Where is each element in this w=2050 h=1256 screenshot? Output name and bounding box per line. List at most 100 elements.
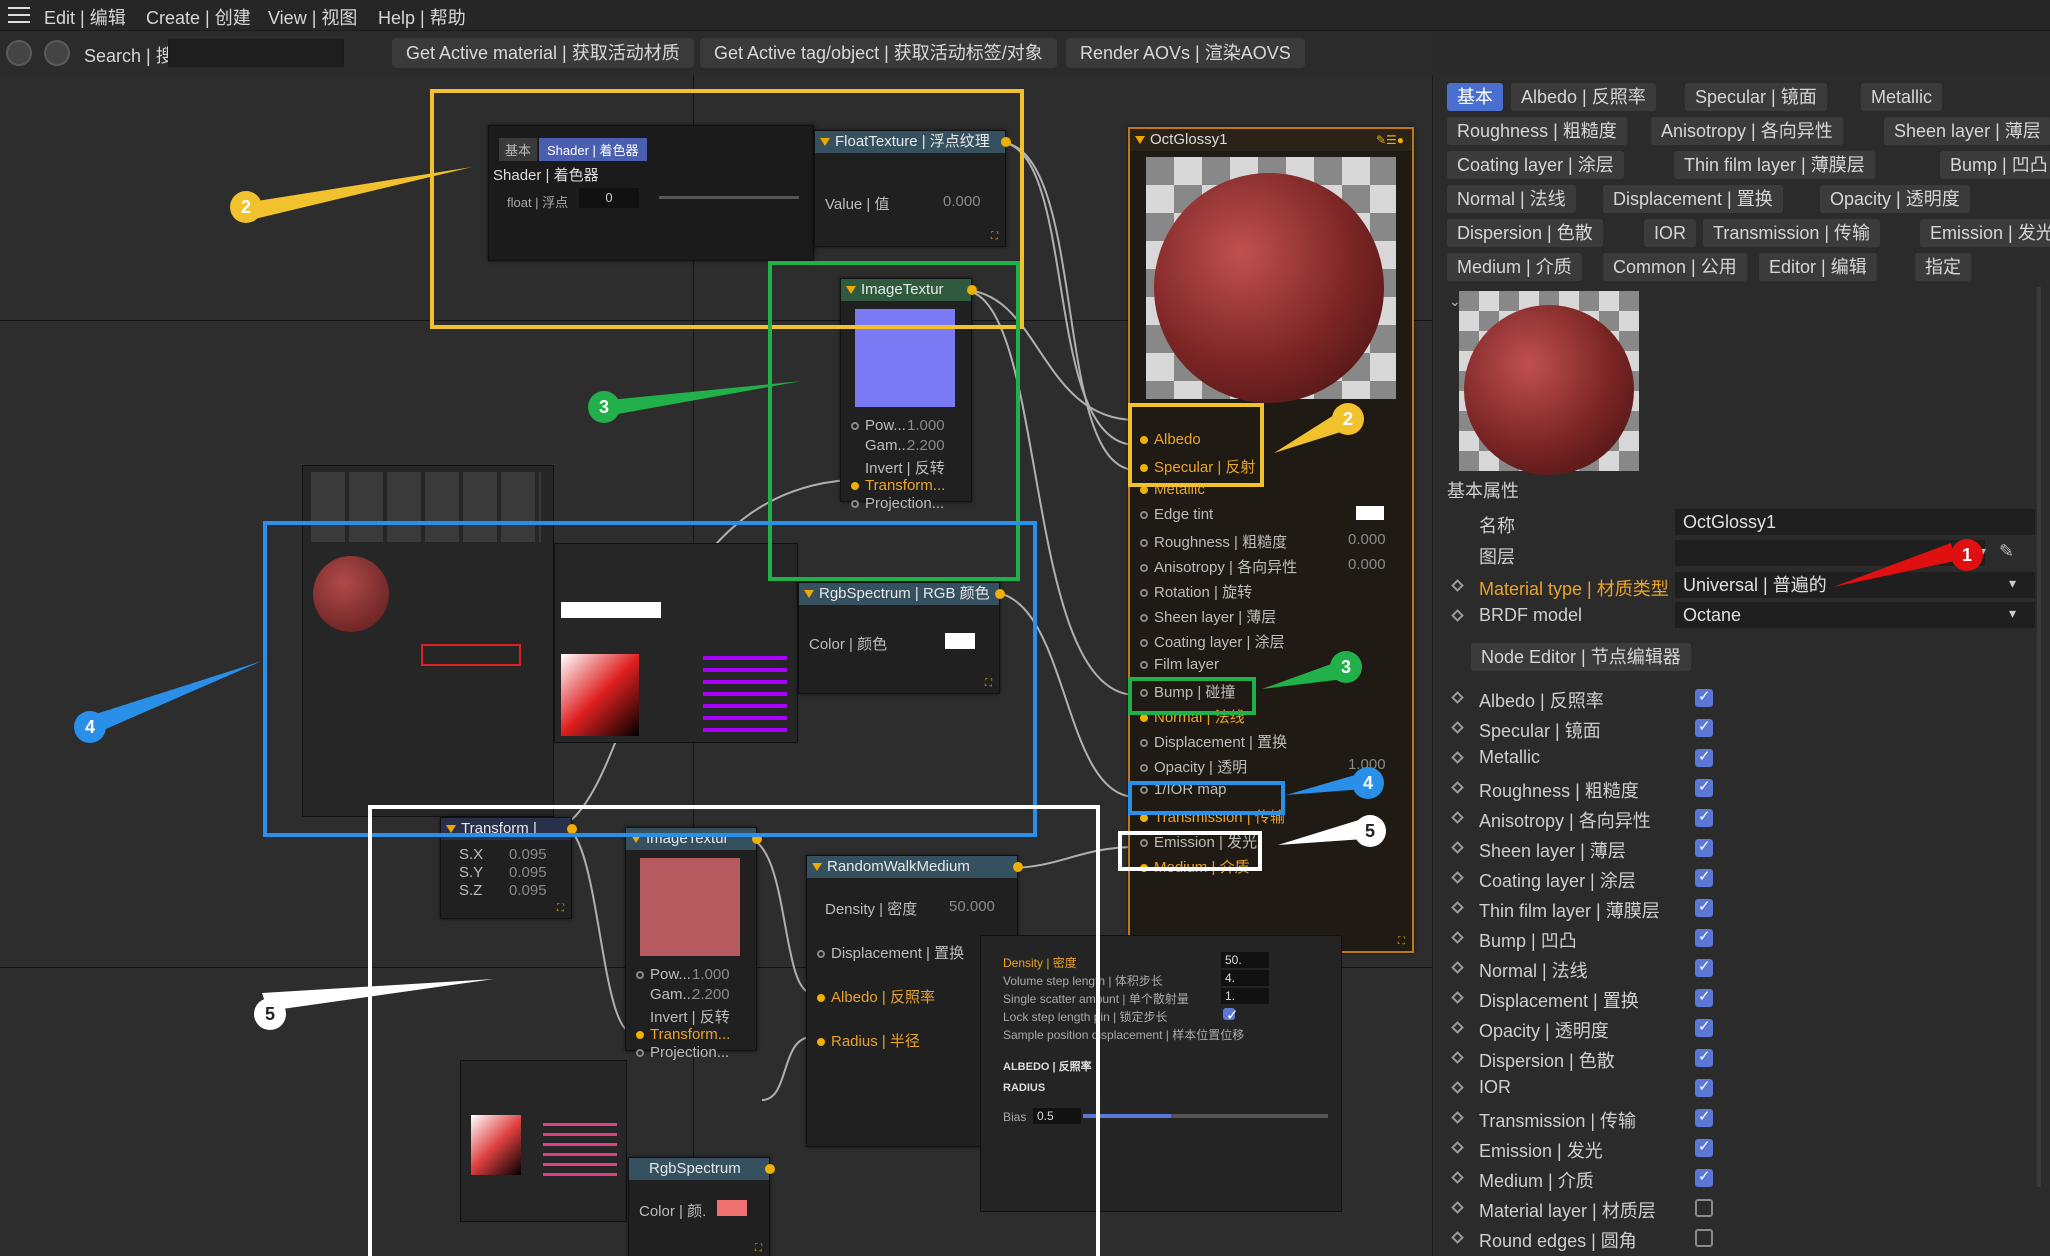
channel-checkbox[interactable] — [1695, 807, 1713, 827]
channel-checkbox[interactable] — [1695, 777, 1713, 797]
hamburger-menu-icon[interactable] — [8, 7, 30, 23]
callout-4: 4 — [1352, 767, 1384, 799]
get-active-tag-button[interactable]: Get Active tag/object | 获取活动标签/对象 — [700, 38, 1057, 68]
callout-1: 1 — [1951, 539, 1983, 571]
callout-5: 5 — [1354, 815, 1386, 847]
channel-checkbox[interactable] — [1695, 837, 1713, 857]
pointer-yellow-1 — [232, 167, 472, 221]
menu-view[interactable]: View | 视图 — [268, 4, 357, 30]
panel-tab[interactable]: Specular | 镜面 — [1685, 83, 1827, 111]
channel-label: Material layer | 材质层 — [1479, 1201, 1656, 1221]
panel-tab[interactable]: Opacity | 透明度 — [1820, 185, 1970, 213]
keyframe-diamond-icon[interactable] — [1451, 781, 1464, 794]
keyframe-diamond-icon[interactable] — [1451, 811, 1464, 824]
channel-label: Thin film layer | 薄膜层 — [1479, 901, 1660, 921]
chevron-down-icon[interactable]: ▾ — [2009, 575, 2016, 592]
panel-tab[interactable]: Sheen layer | 薄层 — [1884, 117, 2050, 145]
search-input[interactable] — [168, 39, 344, 67]
channel-label: Sheen layer | 薄层 — [1479, 841, 1626, 861]
panel-tab[interactable]: Displacement | 置换 — [1603, 185, 1783, 213]
menu-help[interactable]: Help | 帮助 — [378, 4, 466, 30]
channel-checkbox[interactable] — [1695, 957, 1713, 977]
channel-checkbox[interactable] — [1695, 987, 1713, 1007]
keyframe-diamond-icon[interactable] — [1451, 1201, 1464, 1214]
panel-tab[interactable]: IOR — [1644, 219, 1697, 247]
panel-tab[interactable]: Thin film layer | 薄膜层 — [1674, 151, 1875, 179]
channel-checkbox[interactable] — [1695, 1199, 1713, 1217]
brdf-dropdown[interactable]: Octane — [1675, 602, 2035, 628]
panel-tab[interactable]: Emission | 发光 — [1920, 219, 2050, 247]
keyframe-diamond-icon[interactable] — [1451, 691, 1464, 704]
preview-sphere — [1464, 305, 1634, 475]
keyframe-diamond-icon[interactable] — [1451, 871, 1464, 884]
keyframe-diamond-icon[interactable] — [1451, 1051, 1464, 1064]
channel-checkbox[interactable] — [1695, 1167, 1713, 1187]
panel-tab[interactable]: Coating layer | 涂层 — [1447, 151, 1624, 179]
panel-tab[interactable]: Editor | 编辑 — [1759, 253, 1877, 281]
menu-edit[interactable]: Edit | 编辑 — [44, 4, 126, 30]
menu-create[interactable]: Create | 创建 — [146, 4, 251, 30]
pointer-red — [1833, 543, 1955, 587]
panel-tab[interactable]: Metallic — [1861, 83, 1943, 111]
keyframe-diamond-icon[interactable] — [1451, 991, 1464, 1004]
channel-checkbox[interactable] — [1695, 897, 1713, 917]
channel-checkbox[interactable] — [1695, 1107, 1713, 1127]
channel-checkbox[interactable] — [1695, 1047, 1713, 1067]
channel-label: Transmission | 传输 — [1479, 1111, 1637, 1131]
keyframe-diamond-icon[interactable] — [1451, 1231, 1464, 1244]
channel-checkbox[interactable] — [1695, 867, 1713, 887]
keyframe-diamond-icon[interactable] — [1451, 1081, 1464, 1094]
channel-checkbox[interactable] — [1695, 687, 1713, 707]
channel-checkbox[interactable] — [1695, 1137, 1713, 1157]
channel-checkbox[interactable] — [1695, 927, 1713, 947]
panel-tab[interactable]: 指定 — [1915, 253, 1971, 281]
brdf-label: BRDF model — [1479, 605, 1583, 625]
channel-checkbox[interactable] — [1695, 1077, 1713, 1097]
panel-tab[interactable]: Common | 公用 — [1603, 253, 1747, 281]
keyframe-diamond-icon[interactable] — [1451, 1111, 1464, 1124]
keyframe-diamond-icon[interactable] — [1451, 1141, 1464, 1154]
keyframe-diamond-icon[interactable] — [1451, 609, 1464, 622]
panel-tab[interactable]: Anisotropy | 各向异性 — [1651, 117, 1843, 145]
eyedropper-icon[interactable]: ✎ — [1999, 541, 2014, 562]
material-type-label: Material type | 材质类型 — [1479, 579, 1669, 599]
panel-tab[interactable]: Albedo | 反照率 — [1511, 83, 1656, 111]
channel-label: Opacity | 透明度 — [1479, 1021, 1609, 1041]
name-field[interactable]: OctGlossy1 — [1675, 509, 2035, 535]
node-editor-canvas[interactable]: 基本 Shader | 着色器 Shader | 着色器 float | 浮点 … — [0, 75, 1432, 1256]
section-title: 基本属性 — [1447, 481, 1519, 501]
keyframe-diamond-icon[interactable] — [1451, 961, 1464, 974]
panel-tab[interactable]: Normal | 法线 — [1447, 185, 1576, 213]
callout-3: 3 — [1330, 651, 1362, 683]
keyframe-diamond-icon[interactable] — [1451, 579, 1464, 592]
keyframe-diamond-icon[interactable] — [1451, 931, 1464, 944]
channel-checkbox[interactable] — [1695, 747, 1713, 767]
panel-tab[interactable]: Medium | 介质 — [1447, 253, 1582, 281]
channel-label: Coating layer | 涂层 — [1479, 871, 1636, 891]
panel-tab[interactable]: Bump | 凹凸 — [1940, 151, 2050, 179]
keyframe-diamond-icon[interactable] — [1451, 751, 1464, 764]
render-aovs-button[interactable]: Render AOVs | 渲染AOVS — [1066, 38, 1305, 68]
panel-scrollbar[interactable] — [2037, 287, 2041, 1187]
menu-bar: Edit | 编辑 Create | 创建 View | 视图 Help | 帮… — [0, 0, 2050, 31]
panel-tab[interactable]: Dispersion | 色散 — [1447, 219, 1603, 247]
channel-label: Normal | 法线 — [1479, 961, 1588, 981]
keyframe-diamond-icon[interactable] — [1451, 841, 1464, 854]
keyframe-diamond-icon[interactable] — [1451, 901, 1464, 914]
channel-checkbox[interactable] — [1695, 1017, 1713, 1037]
panel-material-preview — [1459, 291, 1639, 475]
get-active-material-button[interactable]: Get Active material | 获取活动材质 — [392, 38, 694, 68]
keyframe-diamond-icon[interactable] — [1451, 1171, 1464, 1184]
node-editor-button[interactable]: Node Editor | 节点编辑器 — [1471, 643, 1691, 671]
heart-icon[interactable] — [44, 40, 70, 66]
panel-tab[interactable]: Roughness | 粗糙度 — [1447, 117, 1627, 145]
keyframe-diamond-icon[interactable] — [1451, 721, 1464, 734]
panel-tab[interactable]: 基本 — [1447, 83, 1503, 111]
chevron-down-icon[interactable]: ▾ — [2009, 605, 2016, 622]
panel-tab[interactable]: Transmission | 传输 — [1703, 219, 1881, 247]
keyframe-diamond-icon[interactable] — [1451, 1021, 1464, 1034]
callout-pointers — [80, 167, 1364, 1011]
channel-checkbox[interactable] — [1695, 1229, 1713, 1247]
gear-icon[interactable] — [6, 40, 32, 66]
channel-checkbox[interactable] — [1695, 717, 1713, 737]
